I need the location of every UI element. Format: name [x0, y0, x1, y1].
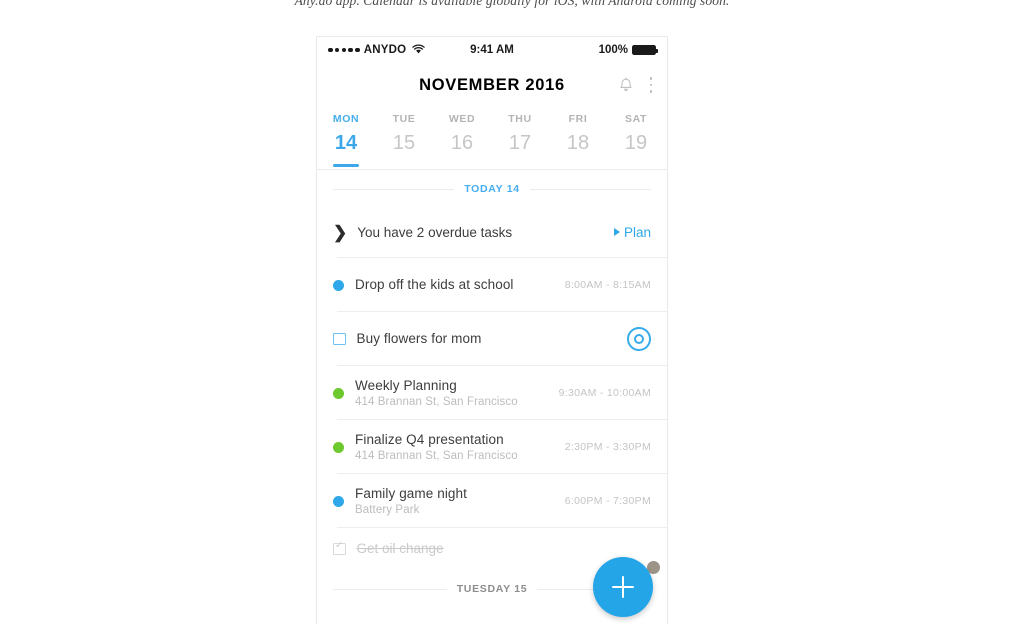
bell-icon[interactable] [618, 77, 634, 94]
week-day-num: 17 [508, 132, 532, 154]
week-day-num: 19 [624, 132, 648, 154]
agenda-item-buy-flowers[interactable]: Buy flowers for mom [317, 312, 667, 366]
agenda-item-time: 9:30AM - 10:00AM [558, 387, 651, 399]
location-target-icon[interactable] [627, 327, 651, 351]
wifi-icon [412, 44, 425, 57]
today-divider-label: TODAY 14 [464, 183, 520, 195]
week-day-sun[interactable]: SUN 20 [665, 109, 667, 169]
agenda-item-location: 414 Brannan St, San Francisco [355, 396, 518, 408]
agenda-item-title: Family game night [355, 486, 467, 501]
battery-full-icon [632, 44, 659, 56]
week-day-num: 20 [665, 132, 667, 155]
week-day-strip: MON 14 TUE 15 WED 16 THU 17 FRI 18 SAT 1… [317, 107, 667, 169]
screenshot-root: Any.do app. Calendar is available global… [0, 0, 1024, 624]
overdue-tasks-row[interactable]: ❯ You have 2 overdue tasks Plan [317, 206, 667, 258]
status-bar: ANYDO 9:41 AM 100% [317, 37, 667, 63]
week-day-dow: SUN [665, 113, 667, 125]
today-divider: TODAY 14 [317, 170, 667, 206]
add-task-fab[interactable] [593, 557, 653, 617]
week-day-tue[interactable]: TUE 15 [375, 109, 433, 169]
signal-strength-icon [328, 47, 360, 53]
agenda-item-time: 6:00PM - 7:30PM [564, 495, 651, 507]
overdue-tasks-label: You have 2 overdue tasks [357, 224, 513, 240]
event-color-dot [333, 279, 344, 291]
carrier-label: ANYDO [363, 44, 407, 56]
status-bar-right: 100% [598, 44, 659, 56]
list-view-icon[interactable] [331, 77, 350, 93]
agenda-item-location: Battery Park [355, 504, 420, 516]
agenda-item-title: Weekly Planning [355, 378, 457, 393]
agenda-item-title: Drop off the kids at school [355, 277, 514, 292]
agenda-item-weekly-planning[interactable]: Weekly Planning 414 Brannan St, San Fran… [317, 366, 667, 420]
week-day-num: 15 [392, 132, 416, 154]
week-day-dow: FRI [568, 113, 588, 125]
kebab-menu-icon[interactable] [649, 77, 653, 93]
task-checkbox[interactable] [333, 332, 346, 346]
app-navbar: NOVEMBER 2016 [317, 63, 667, 107]
page-title: NOVEMBER 2016 [419, 75, 565, 94]
week-day-num: 16 [450, 132, 474, 154]
week-day-dow: TUE [392, 113, 416, 125]
week-day-num: 18 [566, 132, 590, 154]
event-color-dot [333, 495, 344, 507]
article-caption: Any.do app. Calendar is available global… [294, 0, 730, 8]
event-color-dot [333, 387, 344, 399]
task-checkbox-completed[interactable] [333, 541, 346, 556]
agenda-list: TODAY 14 ❯ You have 2 overdue tasks Plan… [317, 170, 667, 606]
agenda-item-finalize-q4[interactable]: Finalize Q4 presentation 414 Brannan St,… [317, 420, 667, 474]
play-triangle-icon [613, 228, 620, 236]
agenda-item-location: 414 Brannan St, San Francisco [355, 450, 518, 462]
agenda-item-title: Get oil change [356, 541, 444, 556]
week-day-dow: SAT [624, 113, 648, 125]
status-bar-left: ANYDO [328, 44, 425, 57]
plan-button-label: Plan [623, 224, 651, 240]
week-day-dow: THU [508, 113, 532, 125]
agenda-item-time: 2:30PM - 3:30PM [564, 441, 651, 453]
battery-percent-label: 100% [598, 44, 628, 56]
plan-button[interactable]: Plan [613, 224, 651, 240]
week-day-dow: WED [448, 113, 476, 125]
event-color-dot [333, 441, 344, 453]
next-day-divider-label: TUESDAY 15 [456, 583, 528, 595]
week-day-thu[interactable]: THU 17 [491, 109, 549, 169]
phone-mockup: ANYDO 9:41 AM 100% NOVEMBER 2016 MON 14 … [316, 36, 668, 624]
week-day-sat[interactable]: SAT 19 [607, 109, 665, 169]
agenda-item-family-game-night[interactable]: Family game night Battery Park 6:00PM - … [317, 474, 667, 528]
week-day-fri[interactable]: FRI 18 [549, 109, 607, 169]
agenda-item-time: 8:00AM - 8:15AM [564, 279, 651, 291]
agenda-item-drop-off-kids[interactable]: Drop off the kids at school 8:00AM - 8:1… [317, 258, 667, 312]
navbar-actions [618, 77, 653, 94]
week-day-wed[interactable]: WED 16 [433, 109, 491, 169]
agenda-item-title: Buy flowers for mom [356, 331, 482, 346]
agenda-item-title: Finalize Q4 presentation [355, 432, 504, 447]
